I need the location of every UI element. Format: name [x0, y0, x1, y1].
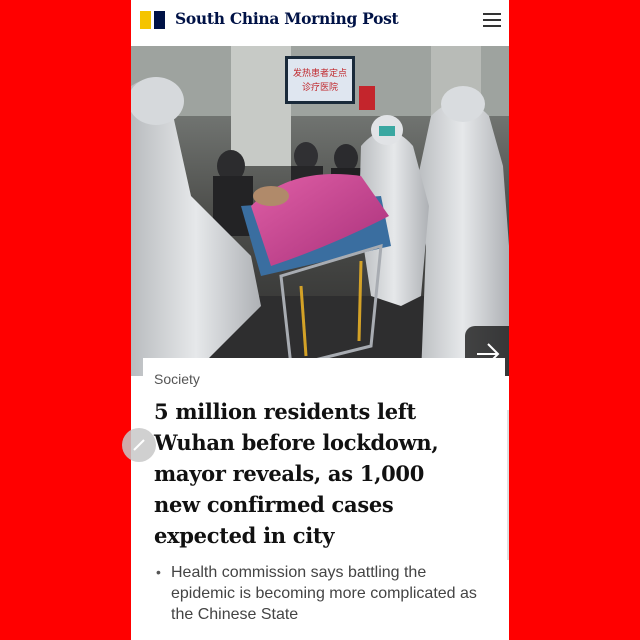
hero-photo: 发热患者定点 诊疗医院: [131, 46, 509, 376]
site-header: South China Morning Post: [131, 0, 509, 46]
menu-line: [483, 25, 501, 27]
scrollbar[interactable]: [507, 410, 509, 560]
scmp-logo-icon[interactable]: [140, 11, 166, 29]
share-button[interactable]: [122, 428, 156, 462]
article-headline[interactable]: 5 million residents left Wuhan before lo…: [154, 396, 474, 551]
brand-name[interactable]: South China Morning Post: [175, 9, 399, 28]
hospital-sign-line2: 诊疗医院: [302, 81, 338, 93]
hamburger-menu-icon[interactable]: [483, 12, 501, 28]
pencil-icon: [133, 439, 145, 451]
article-screen: South China Morning Post 发热患者定点 诊疗医院 Soc…: [131, 0, 509, 640]
summary-text: Health commission says battling the epid…: [171, 564, 477, 623]
menu-line: [483, 13, 501, 15]
red-background: South China Morning Post 发热患者定点 诊疗医院 Soc…: [0, 0, 640, 640]
section-label[interactable]: Society: [154, 371, 200, 387]
logo-yellow-block: [140, 11, 151, 29]
logo-navy-block: [154, 11, 165, 29]
hospital-sign-line1: 发热患者定点: [293, 67, 347, 79]
hospital-scene-image: 发热患者定点 诊疗医院: [131, 46, 509, 376]
bullet-dot-icon: •: [156, 564, 161, 580]
article-card: Society 5 million residents left Wuhan b…: [143, 358, 505, 640]
menu-line: [483, 19, 501, 21]
